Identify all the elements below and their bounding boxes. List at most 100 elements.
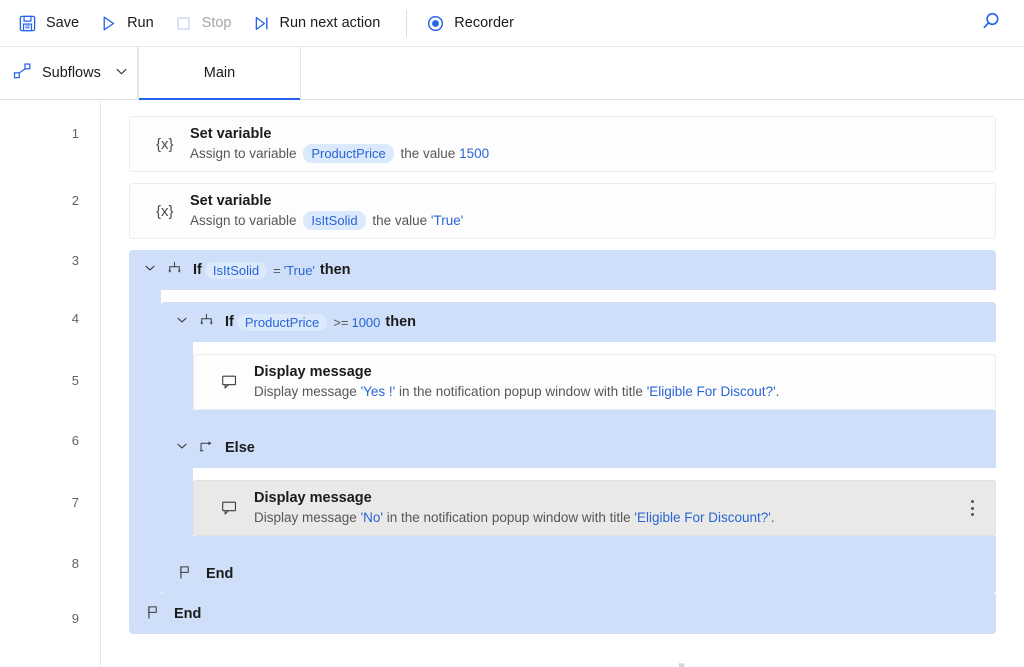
save-floppy-icon — [18, 14, 37, 33]
step-if-outer-header[interactable]: If IsItSolid = 'True' then — [129, 250, 373, 290]
block-if-outer: If IsItSolid = 'True' then If ProductPri… — [129, 250, 996, 634]
stop-square-icon — [174, 14, 193, 33]
stop-label: Stop — [201, 15, 232, 31]
more-options-icon[interactable] — [963, 494, 981, 522]
chevron-down-icon — [114, 64, 129, 83]
recorder-button[interactable]: Recorder — [418, 9, 526, 38]
search-icon — [980, 10, 1002, 37]
else-icon — [198, 438, 215, 459]
block-if-outer-body: If ProductPrice >= 1000 then Display mes… — [161, 290, 996, 594]
desc-middle: in the notification popup window with ti… — [399, 383, 643, 399]
if-keyword: If — [193, 262, 202, 278]
subflows-label: Subflows — [42, 65, 101, 81]
desc-end: . — [770, 509, 775, 525]
play-icon — [99, 14, 118, 33]
step-text: Set variable Assign to variable ProductP… — [190, 125, 489, 164]
comparison-operator: = — [273, 262, 281, 278]
step-description: Assign to variable ProductPrice the valu… — [190, 144, 490, 164]
step-text: Set variable Assign to variable IsItSoli… — [190, 192, 463, 231]
message-text: 'No' — [360, 509, 383, 525]
chevron-down-icon[interactable] — [143, 261, 157, 279]
chevron-down-icon[interactable] — [175, 439, 189, 457]
block-if-inner-body: Display message Display message 'Yes !' … — [193, 342, 996, 410]
flow-steps: {x} Set variable Assign to variable Prod… — [101, 101, 1024, 667]
end-flag-icon — [177, 564, 194, 585]
subflows-dropdown[interactable]: Subflows — [0, 47, 138, 99]
tab-bar: Subflows Main — [0, 47, 1024, 100]
step-else-header[interactable]: Else — [161, 428, 277, 468]
line-number: 3 — [71, 253, 79, 268]
toolbar-divider — [406, 9, 408, 37]
desc-prefix: Assign to variable — [190, 146, 297, 161]
tab-main-label: Main — [203, 65, 236, 81]
step-display-message-yes[interactable]: Display message Display message 'Yes !' … — [193, 354, 996, 410]
main-toolbar: Save Run Stop Run next action Recorder — [0, 0, 1024, 47]
step-set-variable-2[interactable]: {x} Set variable Assign to variable IsIt… — [129, 183, 996, 239]
line-number: 1 — [71, 126, 79, 141]
run-next-action-button[interactable]: Run next action — [244, 9, 393, 38]
subflow-icon — [12, 61, 33, 86]
kebab-dot — [970, 506, 974, 510]
variable-pill: ProductPrice — [303, 144, 394, 164]
set-variable-icon: {x} — [156, 135, 174, 153]
run-next-action-label: Run next action — [279, 15, 381, 31]
line-number: 6 — [71, 433, 79, 448]
desc-prefix: Assign to variable — [190, 213, 297, 228]
search-button[interactable] — [976, 8, 1006, 38]
variable-pill: IsItSolid — [303, 211, 366, 231]
step-end-inner[interactable]: End — [161, 554, 268, 594]
end-outer-wrap: End — [129, 594, 996, 634]
line-number: 5 — [71, 373, 79, 388]
if-keyword: If — [225, 314, 234, 330]
chevron-down-icon[interactable] — [175, 313, 189, 331]
step-title: Set variable — [190, 192, 272, 209]
step-if-inner-header[interactable]: If ProductPrice >= 1000 then — [161, 302, 438, 342]
variable-pill: IsItSolid — [204, 261, 268, 279]
save-label: Save — [46, 15, 80, 31]
kebab-dot — [970, 513, 974, 516]
cursor-artifact — [678, 658, 686, 667]
line-number-gutter: 1 2 3 4 5 6 7 8 9 — [0, 101, 101, 667]
step-title: Set variable — [190, 125, 272, 142]
window-title-text: 'Eligible For Discount?' — [634, 509, 771, 525]
step-over-icon — [252, 14, 271, 33]
end-label: End — [206, 566, 234, 582]
recorder-label: Recorder — [454, 15, 514, 31]
end-label: End — [174, 606, 202, 622]
save-button[interactable]: Save — [10, 9, 91, 38]
if-branch-icon — [166, 260, 183, 281]
comparison-operator: >= — [333, 314, 349, 330]
value-literal: 1500 — [459, 146, 490, 161]
desc-middle: the value — [372, 213, 428, 228]
run-button[interactable]: Run — [91, 9, 166, 38]
display-message-icon — [220, 498, 246, 518]
line-number: 4 — [71, 311, 79, 326]
end-inner-wrap: End — [161, 536, 996, 594]
desc-middle: the value — [400, 146, 456, 161]
run-label: Run — [127, 15, 154, 31]
display-message-icon — [220, 372, 246, 392]
step-set-variable-1[interactable]: {x} Set variable Assign to variable Prod… — [129, 116, 996, 172]
desc-middle: in the notification popup window with ti… — [386, 509, 631, 525]
line-number: 2 — [71, 193, 79, 208]
else-wrap: Else — [161, 410, 996, 468]
line-number: 7 — [71, 495, 79, 510]
else-label: Else — [225, 440, 255, 456]
desc-prefix: Display message — [254, 383, 357, 399]
line-number: 8 — [71, 556, 79, 571]
line-number: 9 — [71, 611, 79, 626]
operand-value: 'True' — [283, 262, 315, 278]
stop-button[interactable]: Stop — [166, 9, 244, 38]
step-display-message-no[interactable]: Display message Display message 'No' in … — [193, 480, 996, 536]
then-keyword: then — [319, 262, 351, 278]
record-icon — [426, 14, 445, 33]
step-description: Assign to variable IsItSolid the value '… — [190, 211, 463, 231]
step-end-outer[interactable]: End — [129, 594, 236, 634]
operand-value: 1000 — [351, 314, 381, 330]
step-description: Display message 'No' in the notification… — [254, 509, 775, 527]
set-variable-icon: {x} — [156, 202, 174, 220]
flow-canvas: 1 2 3 4 5 6 7 8 9 {x} Set variable Assig… — [0, 101, 1024, 667]
step-title: Display message — [254, 364, 372, 381]
tab-main[interactable]: Main — [138, 47, 301, 100]
step-text: Display message Display message 'No' in … — [254, 489, 775, 526]
